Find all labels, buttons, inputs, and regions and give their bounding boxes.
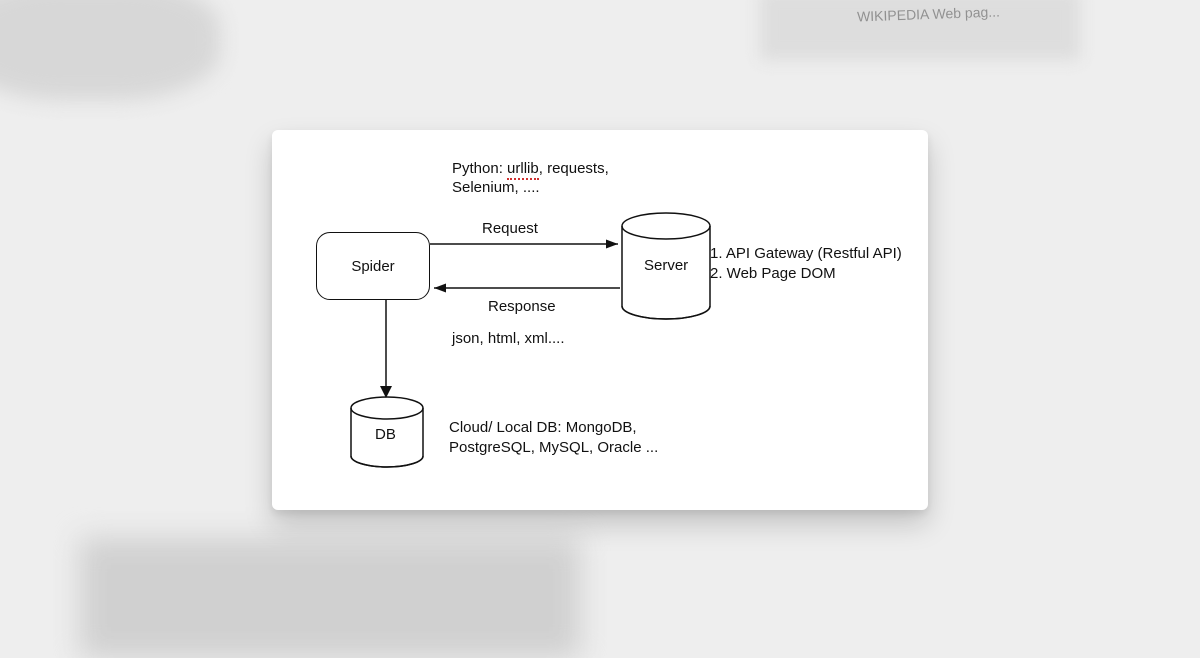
server-note-1: 1. API Gateway (Restful API): [710, 244, 910, 264]
bg-smudge: [0, 0, 220, 100]
misspell-underline: urllib: [507, 160, 539, 180]
request-label: Request: [482, 220, 538, 239]
response-formats-text: json, html, xml....: [452, 330, 565, 349]
response-label: Response: [488, 298, 556, 317]
architecture-diagram: Spider Python: urllib, requests, Seleniu…: [272, 130, 928, 510]
server-notes: 1. API Gateway (Restful API) 2. Web Page…: [710, 244, 910, 285]
spider-label: Spider: [351, 258, 394, 275]
spider-tools-text: Python: urllib, requests, Selenium, ....: [452, 160, 652, 198]
bg-smudge: [760, 0, 1080, 60]
db-label: DB: [375, 426, 396, 445]
bg-watermark: WIKIPEDIA Web pag...: [857, 4, 1000, 25]
server-note-2: 2. Web Page DOM: [710, 264, 910, 284]
spider-node: Spider: [316, 232, 430, 300]
bg-smudge: [80, 538, 580, 658]
server-label: Server: [644, 257, 688, 276]
diagram-card: Spider Python: urllib, requests, Seleniu…: [272, 130, 928, 510]
db-notes: Cloud/ Local DB: MongoDB, PostgreSQL, My…: [449, 418, 679, 457]
db-arrowhead: [380, 386, 392, 398]
